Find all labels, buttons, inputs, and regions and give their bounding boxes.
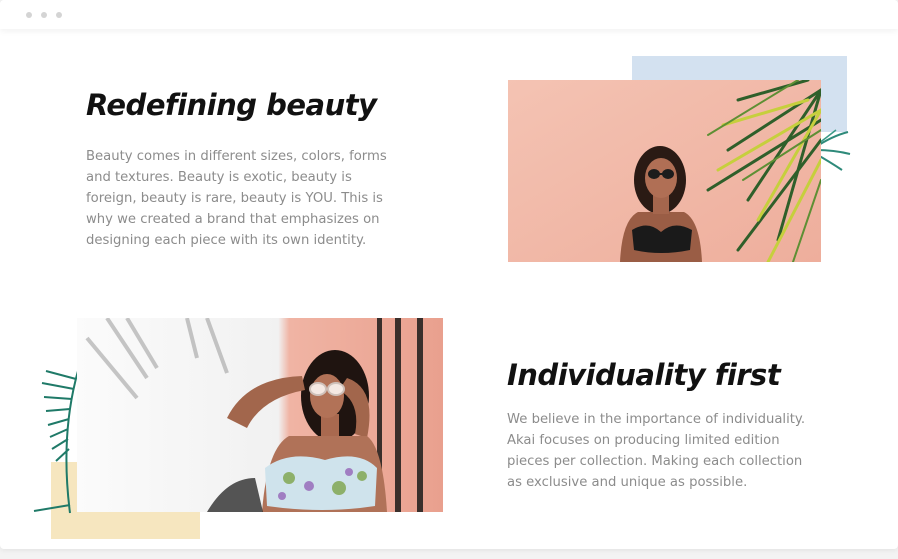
section-body-redefining-beauty: Beauty comes in different sizes, colors,…: [86, 149, 387, 248]
window-dot-icon: [41, 12, 47, 18]
window-title-bar: [0, 0, 898, 29]
browser-window: Redefining beauty Beauty comes in differ…: [0, 0, 898, 549]
window-dot-icon: [26, 12, 32, 18]
window-dot-icon: [56, 12, 62, 18]
section-body-individuality-first: We believe in the importance of individu…: [507, 412, 806, 490]
section-heading-individuality-first: Individuality first: [507, 358, 781, 392]
feature-photo-woman-crop-top: [77, 318, 443, 512]
palm-leaf-icon: [33, 370, 79, 514]
hero-photo-woman-palm: [508, 80, 821, 262]
section-heading-redefining-beauty: Redefining beauty: [86, 88, 377, 122]
